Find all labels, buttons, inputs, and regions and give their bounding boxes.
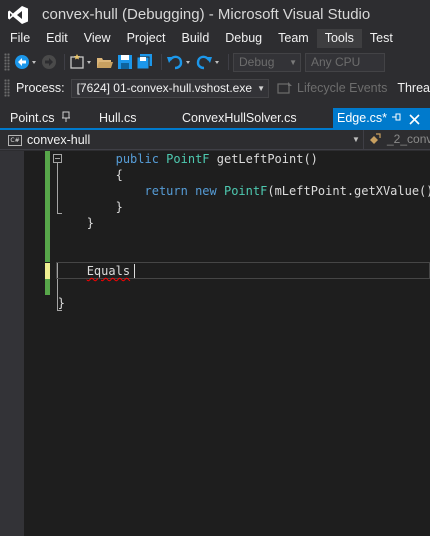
process-dropdown[interactable]: [7624] 01-convex-hull.vshost.exe ▼ bbox=[70, 78, 270, 98]
toolbar-grip[interactable] bbox=[4, 53, 10, 71]
save-icon[interactable] bbox=[117, 52, 133, 72]
code-token-equals: Equals bbox=[86, 264, 131, 278]
undo-icon[interactable] bbox=[166, 52, 192, 72]
code-token-open-brace: { bbox=[115, 168, 123, 182]
menu-test[interactable]: Test bbox=[362, 29, 401, 48]
solution-platform-value: Any CPU bbox=[311, 55, 361, 69]
text-caret bbox=[134, 264, 135, 278]
tab-edge-cs[interactable]: Edge.cs* bbox=[333, 108, 430, 128]
menu-project[interactable]: Project bbox=[119, 29, 174, 48]
member-name: _2_conve bbox=[387, 132, 430, 146]
document-tab-strip: Point.cs Hull.cs ConvexHullSolver.cs Edg… bbox=[0, 108, 430, 128]
redo-icon[interactable] bbox=[195, 52, 221, 72]
code-line-return: return new PointF(mLeftPoint.getXValue()… bbox=[0, 183, 430, 199]
pin-icon[interactable] bbox=[61, 111, 71, 126]
code-token-close-brace: } bbox=[57, 296, 66, 310]
project-dropdown[interactable]: C# convex-hull bbox=[8, 132, 90, 148]
csharp-project-icon: C# bbox=[8, 134, 22, 146]
tab-convexhullsolver-cs[interactable]: ConvexHullSolver.cs bbox=[182, 108, 297, 128]
menu-bar: File Edit View Project Build Debug Team … bbox=[0, 29, 430, 48]
process-value: [7624] 01-convex-hull.vshost.exe bbox=[76, 81, 253, 95]
code-editor[interactable]: public PointF getLeftPoint() { return ne… bbox=[0, 151, 430, 536]
code-token-return: return bbox=[144, 184, 196, 198]
title-bar: convex-hull (Debugging) - Microsoft Visu… bbox=[0, 0, 430, 29]
code-line-method-signature: public PointF getLeftPoint() bbox=[0, 151, 318, 167]
window-title: convex-hull (Debugging) - Microsoft Visu… bbox=[42, 6, 371, 23]
solution-platform-dropdown[interactable]: Any CPU bbox=[305, 52, 385, 72]
code-token-close-brace: } bbox=[115, 200, 123, 214]
code-token-method-name: getLeftPoint() bbox=[209, 152, 318, 166]
saved-change-bar bbox=[45, 279, 50, 295]
project-name: convex-hull bbox=[27, 133, 91, 147]
toolbar-separator bbox=[228, 54, 229, 70]
lifecycle-events-button[interactable]: Lifecycle Events bbox=[277, 81, 387, 95]
lifecycle-events-icon bbox=[277, 82, 293, 94]
navbar-separator bbox=[363, 130, 364, 150]
lifecycle-events-label: Lifecycle Events bbox=[297, 81, 388, 95]
debug-location-toolbar: Process: [7624] 01-convex-hull.vshost.ex… bbox=[0, 76, 430, 100]
open-file-icon[interactable] bbox=[96, 52, 114, 72]
menu-team[interactable]: Team bbox=[270, 29, 317, 48]
solution-configuration-value: Debug bbox=[239, 55, 275, 69]
toolbar-separator bbox=[64, 54, 65, 70]
navigation-bar: C# convex-hull ▼ _2_conve bbox=[0, 130, 430, 150]
navigate-forward-icon[interactable] bbox=[41, 52, 57, 72]
code-token-return-expression: (mLeftPoint.getXValue(), bbox=[267, 184, 430, 198]
code-token-public: public bbox=[115, 152, 167, 166]
code-line-current: Equals bbox=[0, 263, 130, 279]
code-line-class-close: } bbox=[0, 295, 65, 311]
tab-label: ConvexHullSolver.cs bbox=[182, 111, 297, 125]
code-line-method-close: } bbox=[0, 215, 94, 231]
menu-debug[interactable]: Debug bbox=[217, 29, 270, 48]
menu-tools[interactable]: Tools bbox=[316, 29, 362, 48]
member-dropdown[interactable]: _2_conve bbox=[368, 132, 430, 146]
tab-label: Edge.cs* bbox=[337, 111, 388, 125]
toolbar-separator bbox=[161, 54, 162, 70]
code-line-close-brace: } bbox=[0, 199, 123, 215]
visual-studio-logo-icon bbox=[0, 0, 36, 29]
chevron-down-icon: ▼ bbox=[257, 83, 266, 93]
chevron-down-icon[interactable]: ▼ bbox=[352, 135, 360, 144]
menu-view[interactable]: View bbox=[76, 29, 119, 48]
code-token-new: new bbox=[195, 184, 224, 198]
menu-edit[interactable]: Edit bbox=[38, 29, 76, 48]
menu-file[interactable]: File bbox=[0, 29, 38, 48]
tab-point-cs[interactable]: Point.cs bbox=[10, 108, 54, 128]
save-all-icon[interactable] bbox=[136, 52, 154, 72]
new-project-icon[interactable] bbox=[69, 52, 93, 72]
tab-hull-cs[interactable]: Hull.cs bbox=[99, 108, 137, 128]
standard-toolbar: Debug ▼ Any CPU bbox=[0, 50, 430, 74]
toolbar-grip[interactable] bbox=[4, 79, 10, 97]
code-token-close-brace: } bbox=[86, 216, 94, 230]
class-icon bbox=[370, 133, 381, 144]
code-token-pointf: PointF bbox=[166, 152, 210, 166]
thread-label: Threa bbox=[397, 81, 430, 95]
tab-label: Hull.cs bbox=[99, 111, 137, 125]
tab-label: Point.cs bbox=[10, 111, 55, 125]
solution-configuration-dropdown[interactable]: Debug ▼ bbox=[233, 52, 301, 72]
navigate-back-icon[interactable] bbox=[14, 52, 38, 72]
chevron-down-icon: ▼ bbox=[289, 57, 297, 67]
process-label: Process: bbox=[15, 81, 65, 95]
code-token-pointf: PointF bbox=[223, 184, 268, 198]
menu-build[interactable]: Build bbox=[173, 29, 217, 48]
code-line-open-brace: { bbox=[0, 167, 123, 183]
